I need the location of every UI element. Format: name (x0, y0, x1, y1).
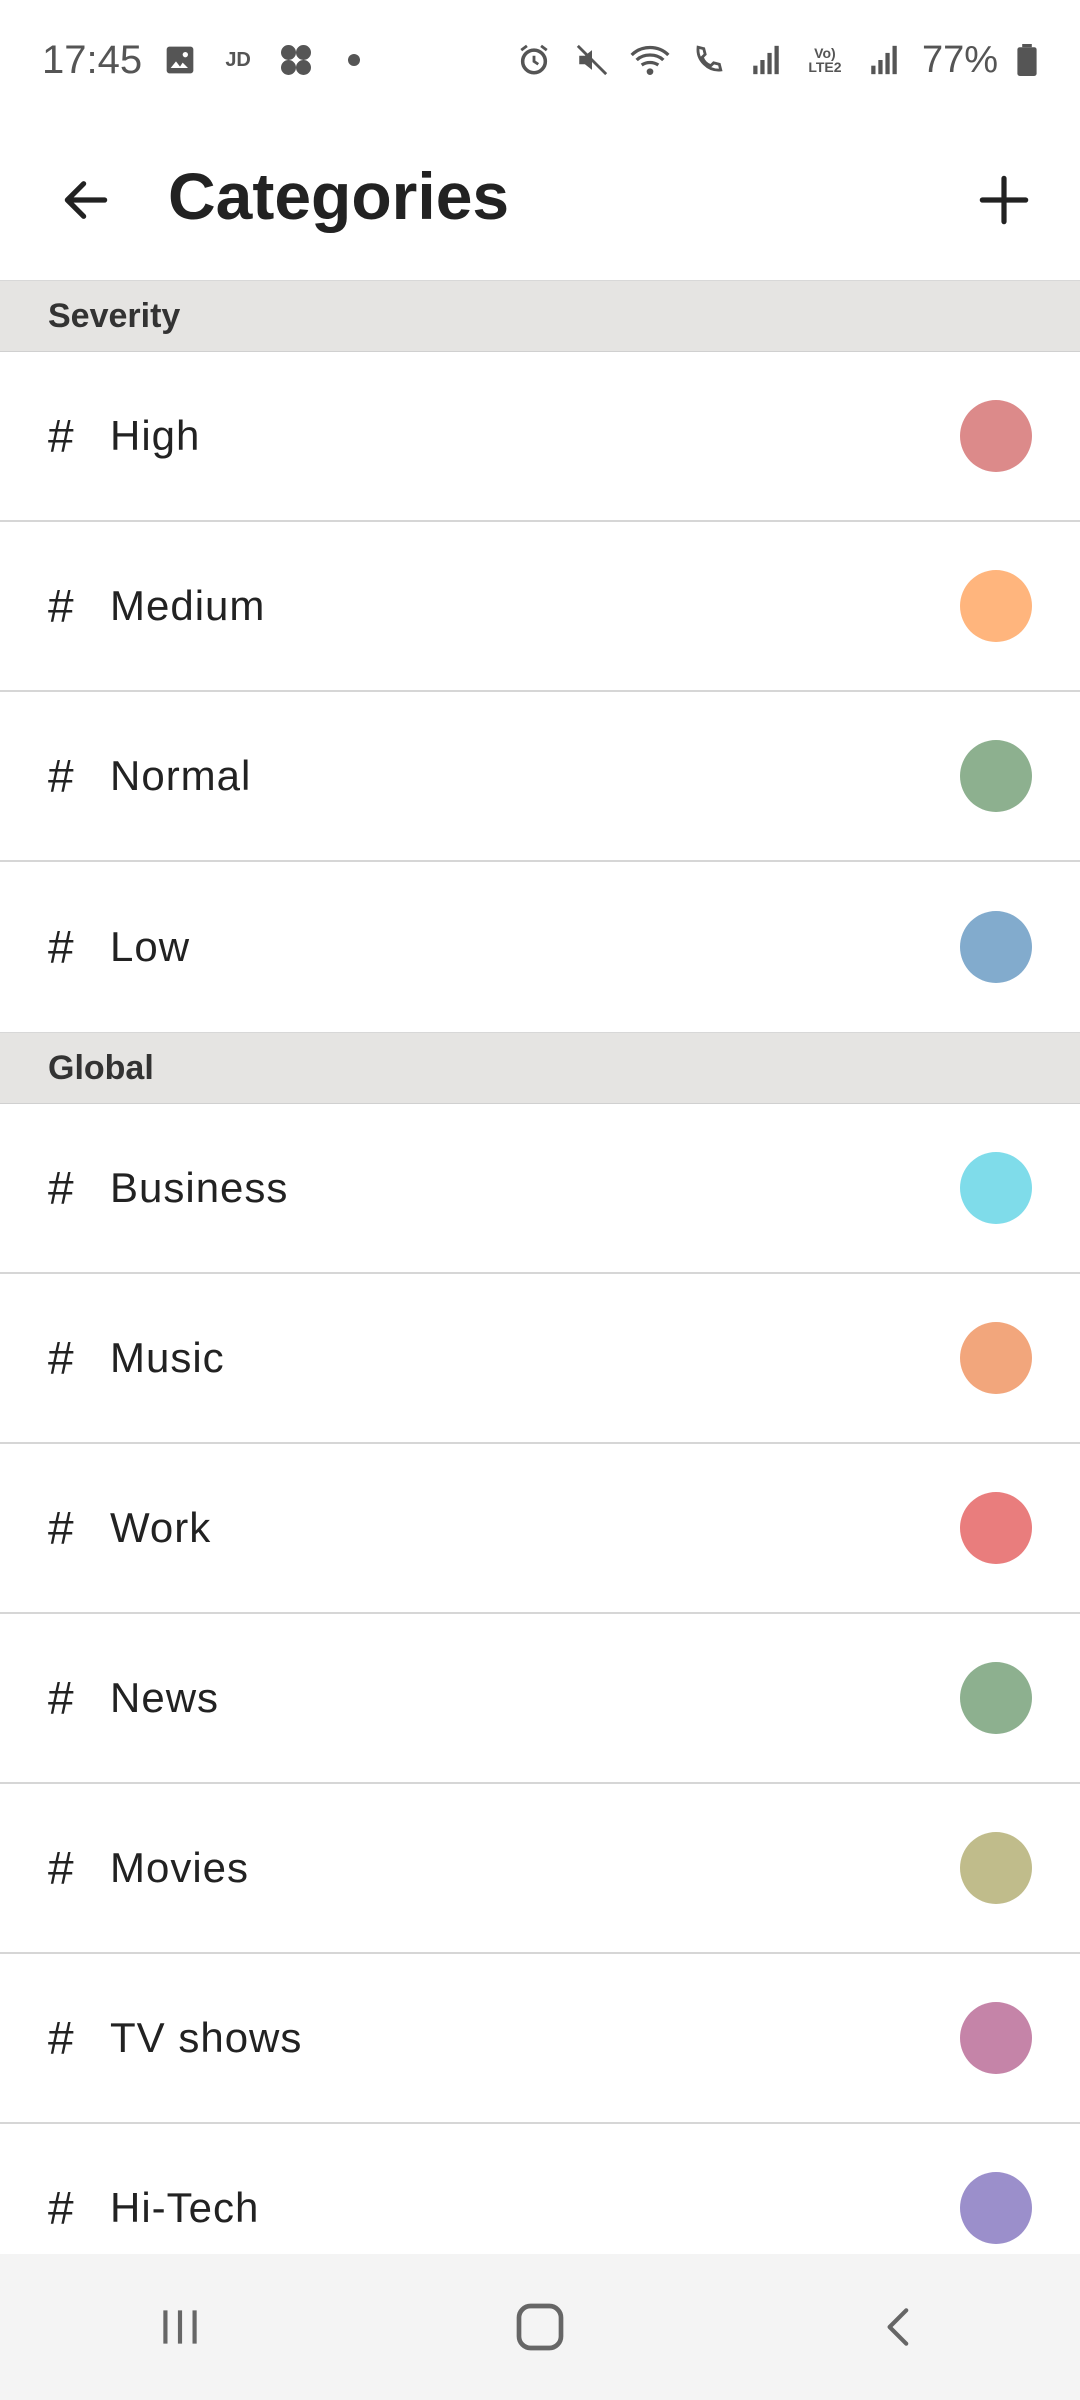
section-header-severity: Severity (0, 280, 1080, 352)
hash-icon: # (48, 2012, 74, 2064)
arrow-left-icon (64, 181, 108, 219)
hash-icon: # (48, 1162, 74, 1214)
jd-icon: JD (225, 48, 251, 71)
wifi-icon (630, 40, 670, 80)
system-nav-bar (0, 2254, 1080, 2400)
color-dot[interactable] (960, 2172, 1032, 2244)
category-label: High (110, 412, 201, 459)
back-button[interactable] (46, 160, 126, 240)
signal-icon (746, 40, 786, 80)
category-row-normal[interactable]: # Normal (0, 692, 1080, 862)
category-label: Low (110, 923, 191, 970)
battery-icon (1016, 40, 1038, 80)
color-dot[interactable] (960, 1832, 1032, 1904)
category-row-low[interactable]: # Low (0, 862, 1080, 1032)
hash-icon: # (48, 921, 74, 973)
fan-icon (276, 40, 316, 80)
color-dot[interactable] (960, 1152, 1032, 1224)
category-label: Hi-Tech (110, 2184, 260, 2231)
nav-back-button[interactable] (840, 2277, 960, 2377)
plus-icon (979, 175, 1029, 225)
category-label: Normal (110, 752, 252, 799)
hash-icon: # (48, 750, 74, 802)
mute-icon (572, 40, 612, 80)
status-bar: 17:45 JD Vo) LTE2 77% (0, 0, 1080, 120)
hash-icon: # (48, 1502, 74, 1554)
category-label: Medium (110, 582, 266, 629)
home-button[interactable] (480, 2277, 600, 2377)
dot-icon (334, 40, 374, 80)
signal-icon (864, 40, 904, 80)
hash-icon: # (48, 410, 74, 462)
category-row-business[interactable]: # Business (0, 1104, 1080, 1274)
hash-icon: # (48, 2182, 74, 2234)
status-right: Vo) LTE2 77% (514, 39, 1038, 82)
hash-icon: # (48, 1332, 74, 1384)
color-dot[interactable] (960, 2002, 1032, 2074)
category-row-music[interactable]: # Music (0, 1274, 1080, 1444)
color-dot[interactable] (960, 1492, 1032, 1564)
category-row-work[interactable]: # Work (0, 1444, 1080, 1614)
category-list: Severity # High # Medium # Normal # Low … (0, 280, 1080, 2294)
category-label: TV shows (110, 2014, 303, 2061)
app-bar: Categories (0, 120, 1080, 280)
category-label: Music (110, 1334, 225, 1381)
color-dot[interactable] (960, 1322, 1032, 1394)
category-row-medium[interactable]: # Medium (0, 522, 1080, 692)
category-row-movies[interactable]: # Movies (0, 1784, 1080, 1954)
category-label: Movies (110, 1844, 250, 1891)
page-title: Categories (168, 159, 510, 233)
alarm-icon (514, 40, 554, 80)
home-icon (516, 2303, 564, 2351)
status-left: 17:45 JD (42, 38, 374, 83)
call-icon (688, 40, 728, 80)
battery-percent: 77% (921, 38, 998, 81)
hash-icon: # (48, 1842, 74, 1894)
back-icon (887, 2308, 909, 2346)
color-dot[interactable] (960, 740, 1032, 812)
recent-apps-icon (163, 2310, 197, 2344)
color-dot[interactable] (960, 570, 1032, 642)
recent-apps-button[interactable] (120, 2277, 240, 2377)
category-row-high[interactable]: # High (0, 352, 1080, 522)
category-row-tv-shows[interactable]: # TV shows (0, 1954, 1080, 2124)
color-dot[interactable] (960, 1662, 1032, 1734)
color-dot[interactable] (960, 911, 1032, 983)
add-category-button[interactable] (954, 150, 1054, 250)
status-time: 17:45 (42, 37, 143, 82)
hash-icon: # (48, 1672, 74, 1724)
hash-icon: # (48, 580, 74, 632)
category-label: Work (110, 1504, 212, 1551)
category-row-news[interactable]: # News (0, 1614, 1080, 1784)
gallery-icon (160, 40, 200, 80)
color-dot[interactable] (960, 400, 1032, 472)
section-header-global: Global (0, 1032, 1080, 1104)
category-label: Business (110, 1164, 289, 1211)
volte-icon: Vo) LTE2 (808, 45, 842, 75)
category-label: News (110, 1674, 220, 1721)
